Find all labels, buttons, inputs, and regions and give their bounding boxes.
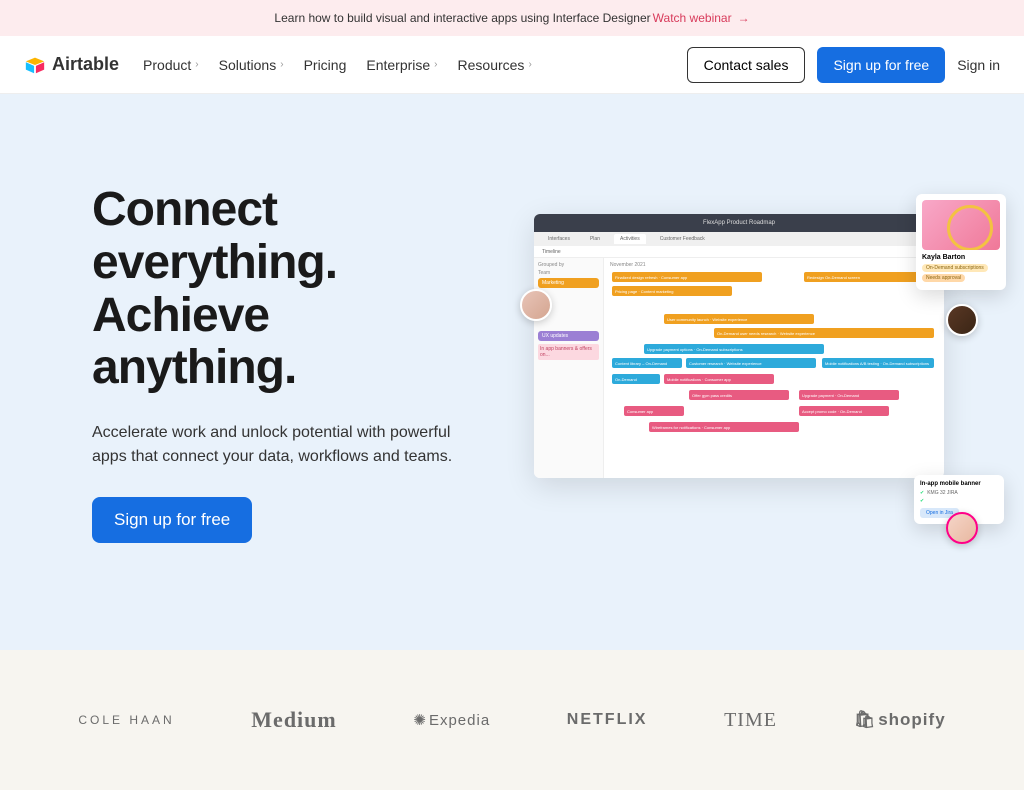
nav-resources[interactable]: Resources› xyxy=(458,57,532,73)
profile-card: Kayla Barton On-Demand subscriptions Nee… xyxy=(916,194,1006,290)
app-toolbar: Timeline xyxy=(534,246,944,258)
nav-right: Contact sales Sign up for free Sign in xyxy=(687,47,1000,83)
logo[interactable]: Airtable xyxy=(24,54,119,76)
timeline-bar: Finalized design refresh · Consumer app xyxy=(612,272,762,282)
arrow-right-icon: → xyxy=(738,11,750,25)
timeline-canvas: November 2021 Finalized design refresh ·… xyxy=(604,258,944,478)
logo-netflix: NETFLIX xyxy=(567,711,648,729)
app-tab: Customer Feedback xyxy=(654,234,711,244)
banner-cta[interactable]: Watch webinar xyxy=(653,11,732,25)
customer-logos: COLE HAAN Medium ✺Expedia NETFLIX TIME 🛍… xyxy=(0,650,1024,790)
airtable-logo-icon xyxy=(24,54,46,76)
app-title: FlexApp Product Roadmap xyxy=(703,220,775,226)
timeline-bar: Consumer app xyxy=(624,406,684,416)
logo-shopify: 🛍shopify xyxy=(854,710,946,730)
profile-tag: On-Demand subscriptions xyxy=(922,264,988,272)
profile-name: Kayla Barton xyxy=(922,254,1000,261)
avatar xyxy=(946,304,978,336)
timeline: Grouped by Team Marketing UX updates In … xyxy=(534,258,944,478)
logo-time: TIME xyxy=(724,709,777,732)
hero-content: Connect everything. Achieve anything. Ac… xyxy=(0,184,460,580)
group-ux: UX updates xyxy=(538,331,599,341)
main-nav: Airtable Product› Solutions› Pricing Ent… xyxy=(0,36,1024,94)
chevron-right-icon: › xyxy=(280,59,283,70)
app-window: FlexApp Product Roadmap Interfaces Plan … xyxy=(534,214,944,478)
month-label: November 2021 xyxy=(610,262,938,268)
avatar xyxy=(520,289,552,321)
nav-pricing[interactable]: Pricing xyxy=(304,57,347,73)
timeline-bar: Content library – On-Demand xyxy=(612,358,682,368)
check-icon: ✔ xyxy=(920,490,924,496)
profile-tag: Needs approval xyxy=(922,274,965,282)
app-tabs: Interfaces Plan Activities Customer Feed… xyxy=(534,232,944,246)
timeline-bar: Pricing page · Content marketing xyxy=(612,286,732,296)
timeline-bar: Customer research · Website experience xyxy=(686,358,816,368)
hero-subtext: Accelerate work and unlock potential wit… xyxy=(92,421,460,469)
team-label: Team xyxy=(538,270,599,276)
task-row: ✔KMG 32 JIRA xyxy=(920,490,998,496)
app-tab: Interfaces xyxy=(542,234,576,244)
signup-button[interactable]: Sign up for free xyxy=(817,47,945,83)
timeline-bar: On-Demand user needs research · Website … xyxy=(714,328,934,338)
globe-icon: ✺ xyxy=(413,711,427,729)
nav-items: Product› Solutions› Pricing Enterprise› … xyxy=(143,57,532,73)
check-icon: ✔ xyxy=(920,498,924,504)
hero: Connect everything. Achieve anything. Ac… xyxy=(0,94,1024,650)
nav-enterprise[interactable]: Enterprise› xyxy=(366,57,437,73)
group-marketing: Marketing xyxy=(538,278,599,288)
announcement-banner[interactable]: Learn how to build visual and interactiv… xyxy=(0,0,1024,36)
chevron-right-icon: › xyxy=(434,59,437,70)
app-tab: Plan xyxy=(584,234,606,244)
timeline-bar: Mobile notifications A/B testing · On-De… xyxy=(822,358,934,368)
timeline-bar: User community launch · Website experien… xyxy=(664,314,814,324)
avatar xyxy=(946,512,978,544)
hero-headline: Connect everything. Achieve anything. xyxy=(92,184,460,395)
hero-signup-button[interactable]: Sign up for free xyxy=(92,497,252,543)
timeline-bar: Upgrade payment options · On-Demand subs… xyxy=(644,344,824,354)
timeline-bar: Upgrade payment · On-Demand xyxy=(799,390,899,400)
chevron-right-icon: › xyxy=(528,59,531,70)
timeline-bar: Mobile notifications · Consumer app xyxy=(664,374,774,384)
task-title: In-app mobile banner xyxy=(920,481,998,487)
timeline-bar: Offer gym pass credits xyxy=(689,390,789,400)
timeline-label: Timeline xyxy=(542,249,561,255)
timeline-bar: Accept promo code · On-Demand xyxy=(799,406,889,416)
signin-link[interactable]: Sign in xyxy=(957,57,1000,73)
timeline-bar: Wireframes for notifications · Consumer … xyxy=(649,422,799,432)
timeline-bar: Redesign On-Demand screen xyxy=(804,272,934,282)
chevron-right-icon: › xyxy=(195,59,198,70)
logo-expedia: ✺Expedia xyxy=(413,711,490,729)
brand-name: Airtable xyxy=(52,54,119,75)
banner-text: Learn how to build visual and interactiv… xyxy=(274,11,650,25)
profile-photo xyxy=(922,200,1000,250)
nav-product[interactable]: Product› xyxy=(143,57,199,73)
hero-illustration: FlexApp Product Roadmap Interfaces Plan … xyxy=(534,214,964,514)
bag-icon: 🛍 xyxy=(854,710,877,730)
task-row: ✔ xyxy=(920,498,998,504)
contact-sales-button[interactable]: Contact sales xyxy=(687,47,806,83)
logo-colehaan: COLE HAAN xyxy=(78,713,174,727)
timeline-bar: On-Demand xyxy=(612,374,660,384)
nav-solutions[interactable]: Solutions› xyxy=(219,57,284,73)
app-tab: Activities xyxy=(614,234,646,244)
logo-medium: Medium xyxy=(251,707,336,733)
app-header: FlexApp Product Roadmap xyxy=(534,214,944,232)
side-item: In app banners & offers on... xyxy=(538,344,599,360)
grouped-by-label: Grouped by xyxy=(538,262,599,268)
